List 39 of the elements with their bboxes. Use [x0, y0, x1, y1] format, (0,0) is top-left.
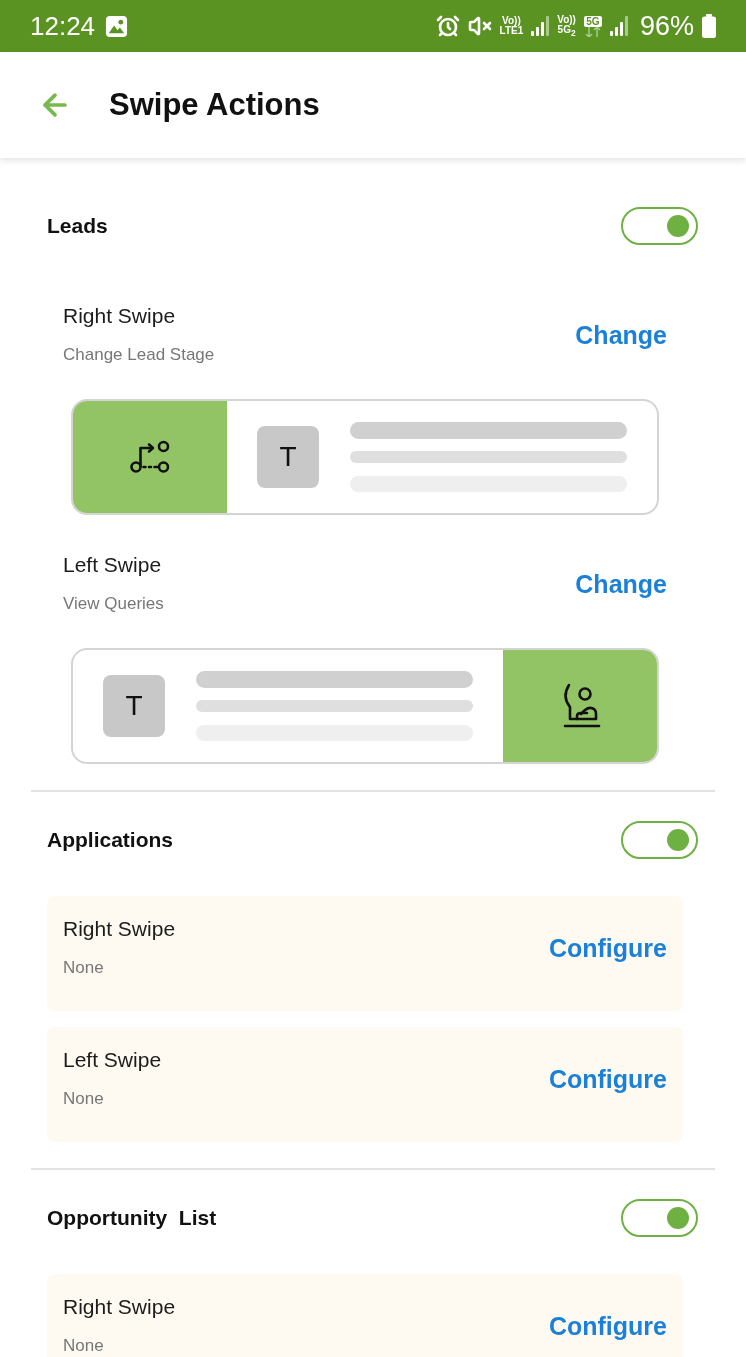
section-title: Opportunity List — [47, 1206, 217, 1230]
volte-label: Vo)) — [557, 14, 576, 25]
volte-label: Vo)) — [502, 16, 521, 26]
page-title: Swipe Actions — [109, 87, 320, 123]
change-button[interactable]: Change — [575, 319, 667, 350]
network-label: 5G$_{2}$ — [557, 24, 576, 38]
swipe-label: Left Swipe — [63, 1047, 162, 1073]
configure-button[interactable]: Configure — [548, 932, 667, 963]
swipe-label: Right Swipe — [63, 303, 177, 329]
data-arrows-icon — [583, 26, 602, 37]
battery-percent: 96% — [639, 11, 694, 41]
change-button[interactable]: Change — [575, 568, 667, 599]
swipe-action: Change Lead Stage — [63, 344, 215, 366]
swipe-label: Right Swipe — [63, 916, 176, 942]
mute-icon — [467, 14, 492, 38]
toggle-switch[interactable] — [621, 821, 698, 859]
avatar: T — [257, 426, 319, 488]
section-title: Leads — [47, 214, 108, 238]
configure-button[interactable]: Configure — [548, 1063, 667, 1094]
network-badge: 5G — [584, 15, 602, 27]
section-title: Applications — [47, 828, 173, 852]
flow-icon — [130, 440, 170, 474]
status-time: 12:24 — [30, 11, 96, 41]
swipe-action: None — [63, 957, 105, 979]
signal-icon — [531, 16, 550, 36]
swipe-label: Right Swipe — [63, 1294, 176, 1320]
configure-button[interactable]: Configure — [548, 1310, 667, 1341]
toggle-switch[interactable] — [621, 1199, 698, 1237]
battery-icon — [702, 14, 716, 38]
network-label: LTE1 — [499, 26, 524, 36]
signal-icon — [609, 16, 628, 36]
swipe-action: None — [63, 1088, 105, 1110]
avatar: T — [103, 675, 165, 737]
swipe-label: Left Swipe — [63, 552, 163, 578]
image-icon — [105, 14, 129, 38]
swipe-action: None — [63, 1335, 105, 1357]
swipe-action: View Queries — [63, 593, 164, 615]
toggle-switch[interactable] — [621, 207, 698, 245]
alarm-icon — [435, 14, 460, 38]
